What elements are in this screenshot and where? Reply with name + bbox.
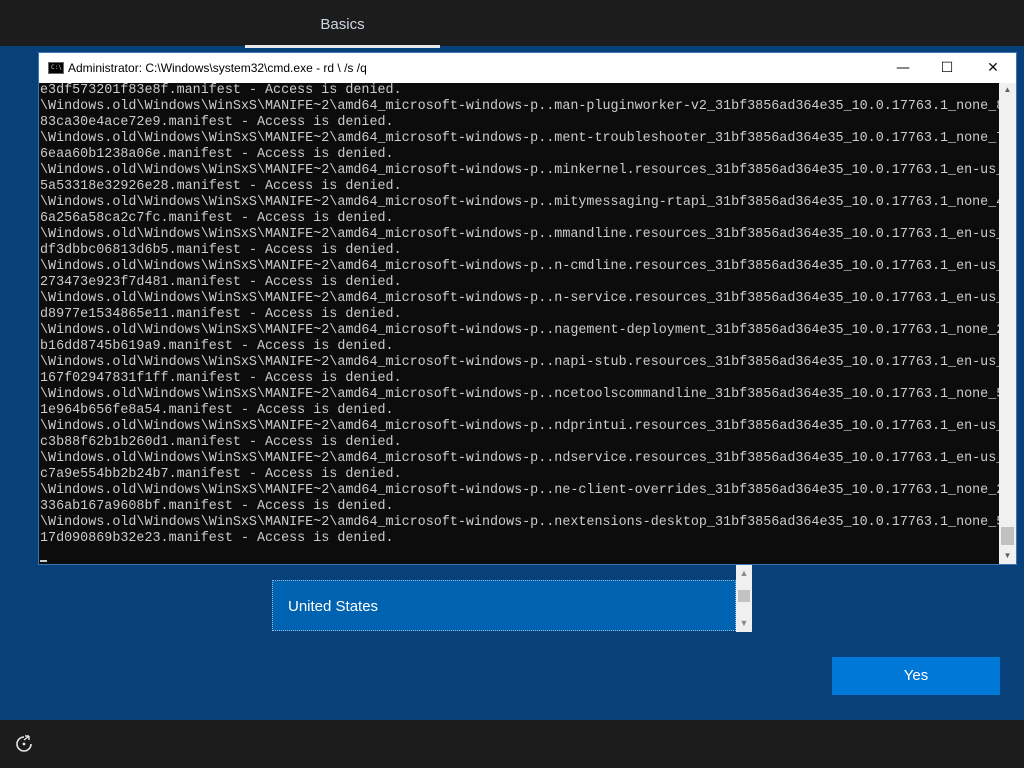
- cmd-scroll-thumb[interactable]: [1001, 527, 1014, 545]
- console-cursor: [40, 560, 47, 562]
- tab-basics[interactable]: Basics: [245, 0, 440, 48]
- console-line: b16dd8745b619a9.manifest - Access is den…: [40, 339, 394, 354]
- region-item-selected[interactable]: United States: [288, 581, 378, 633]
- console-line: \Windows.old\Windows\WinSxS\MANIFE~2\amd…: [40, 259, 999, 274]
- console-line: e3df573201f83e8f.manifest - Access is de…: [40, 83, 402, 98]
- console-line: \Windows.old\Windows\WinSxS\MANIFE~2\amd…: [40, 483, 999, 498]
- console-line: \Windows.old\Windows\WinSxS\MANIFE~2\amd…: [40, 451, 999, 466]
- console-line: 273473e923f7d481.manifest - Access is de…: [40, 275, 402, 290]
- console-line: 336ab167a9608bf.manifest - Access is den…: [40, 499, 394, 514]
- ease-of-access-icon[interactable]: [14, 734, 34, 754]
- console-line: 1e964b656fe8a54.manifest - Access is den…: [40, 403, 394, 418]
- console-line: \Windows.old\Windows\WinSxS\MANIFE~2\amd…: [40, 323, 999, 338]
- region-list-scrollbar[interactable]: ▲ ▼: [736, 562, 752, 632]
- cmd-scrollbar[interactable]: ▲ ▼: [999, 83, 1016, 564]
- scroll-down-icon[interactable]: ▼: [736, 618, 752, 628]
- console-line: \Windows.old\Windows\WinSxS\MANIFE~2\amd…: [40, 195, 999, 210]
- maximize-icon[interactable]: ☐: [924, 53, 970, 83]
- console-line: 83ca30e4ace72e9.manifest - Access is den…: [40, 115, 394, 130]
- oobe-bottom-bar: [0, 720, 1024, 768]
- console-line: 17d090869b32e23.manifest - Access is den…: [40, 531, 394, 546]
- yes-button[interactable]: Yes: [832, 657, 1000, 695]
- console-line: c7a9e554bb2b24b7.manifest - Access is de…: [40, 467, 402, 482]
- scroll-up-icon[interactable]: ▲: [736, 568, 752, 578]
- scroll-down-icon[interactable]: ▼: [999, 551, 1016, 560]
- tab-basics-underline: [245, 45, 440, 48]
- console-line: \Windows.old\Windows\WinSxS\MANIFE~2\amd…: [40, 163, 999, 178]
- cmd-console-output[interactable]: e3df573201f83e8f.manifest - Access is de…: [39, 83, 999, 564]
- region-list[interactable]: United States: [272, 580, 736, 631]
- console-line: \Windows.old\Windows\WinSxS\MANIFE~2\amd…: [40, 291, 999, 306]
- region-scroll-thumb[interactable]: [738, 590, 750, 602]
- console-line: d8977e1534865e11.manifest - Access is de…: [40, 307, 402, 322]
- cmd-icon-text: C:\: [51, 64, 62, 71]
- console-line: 5a53318e32926e28.manifest - Access is de…: [40, 179, 402, 194]
- cmd-window[interactable]: C:\ Administrator: C:\Windows\system32\c…: [39, 53, 1016, 564]
- console-line: 6a256a58ca2c7fc.manifest - Access is den…: [40, 211, 394, 226]
- cmd-titlebar[interactable]: C:\ Administrator: C:\Windows\system32\c…: [39, 53, 1016, 83]
- console-line: \Windows.old\Windows\WinSxS\MANIFE~2\amd…: [40, 131, 999, 146]
- console-line: \Windows.old\Windows\WinSxS\MANIFE~2\amd…: [40, 227, 999, 242]
- close-icon[interactable]: ✕: [970, 53, 1016, 83]
- console-line: df3dbbc06813d6b5.manifest - Access is de…: [40, 243, 402, 258]
- console-line: 6eaa60b1238a06e.manifest - Access is den…: [40, 147, 394, 162]
- scroll-up-icon[interactable]: ▲: [999, 85, 1016, 94]
- oobe-top-bar: [0, 0, 1024, 46]
- console-line: \Windows.old\Windows\WinSxS\MANIFE~2\amd…: [40, 515, 999, 530]
- console-text: e3df573201f83e8f.manifest - Access is de…: [39, 83, 999, 547]
- console-line: \Windows.old\Windows\WinSxS\MANIFE~2\amd…: [40, 99, 999, 114]
- console-line: \Windows.old\Windows\WinSxS\MANIFE~2\amd…: [40, 419, 999, 434]
- minimize-icon[interactable]: —: [880, 53, 926, 83]
- cmd-title: Administrator: C:\Windows\system32\cmd.e…: [68, 61, 367, 75]
- console-line: \Windows.old\Windows\WinSxS\MANIFE~2\amd…: [40, 387, 999, 402]
- console-line: 167f02947831f1ff.manifest - Access is de…: [40, 371, 402, 386]
- console-line: \Windows.old\Windows\WinSxS\MANIFE~2\amd…: [40, 355, 999, 370]
- command-prompt-icon: C:\: [48, 62, 64, 74]
- console-line: c3b88f62b1b260d1.manifest - Access is de…: [40, 435, 402, 450]
